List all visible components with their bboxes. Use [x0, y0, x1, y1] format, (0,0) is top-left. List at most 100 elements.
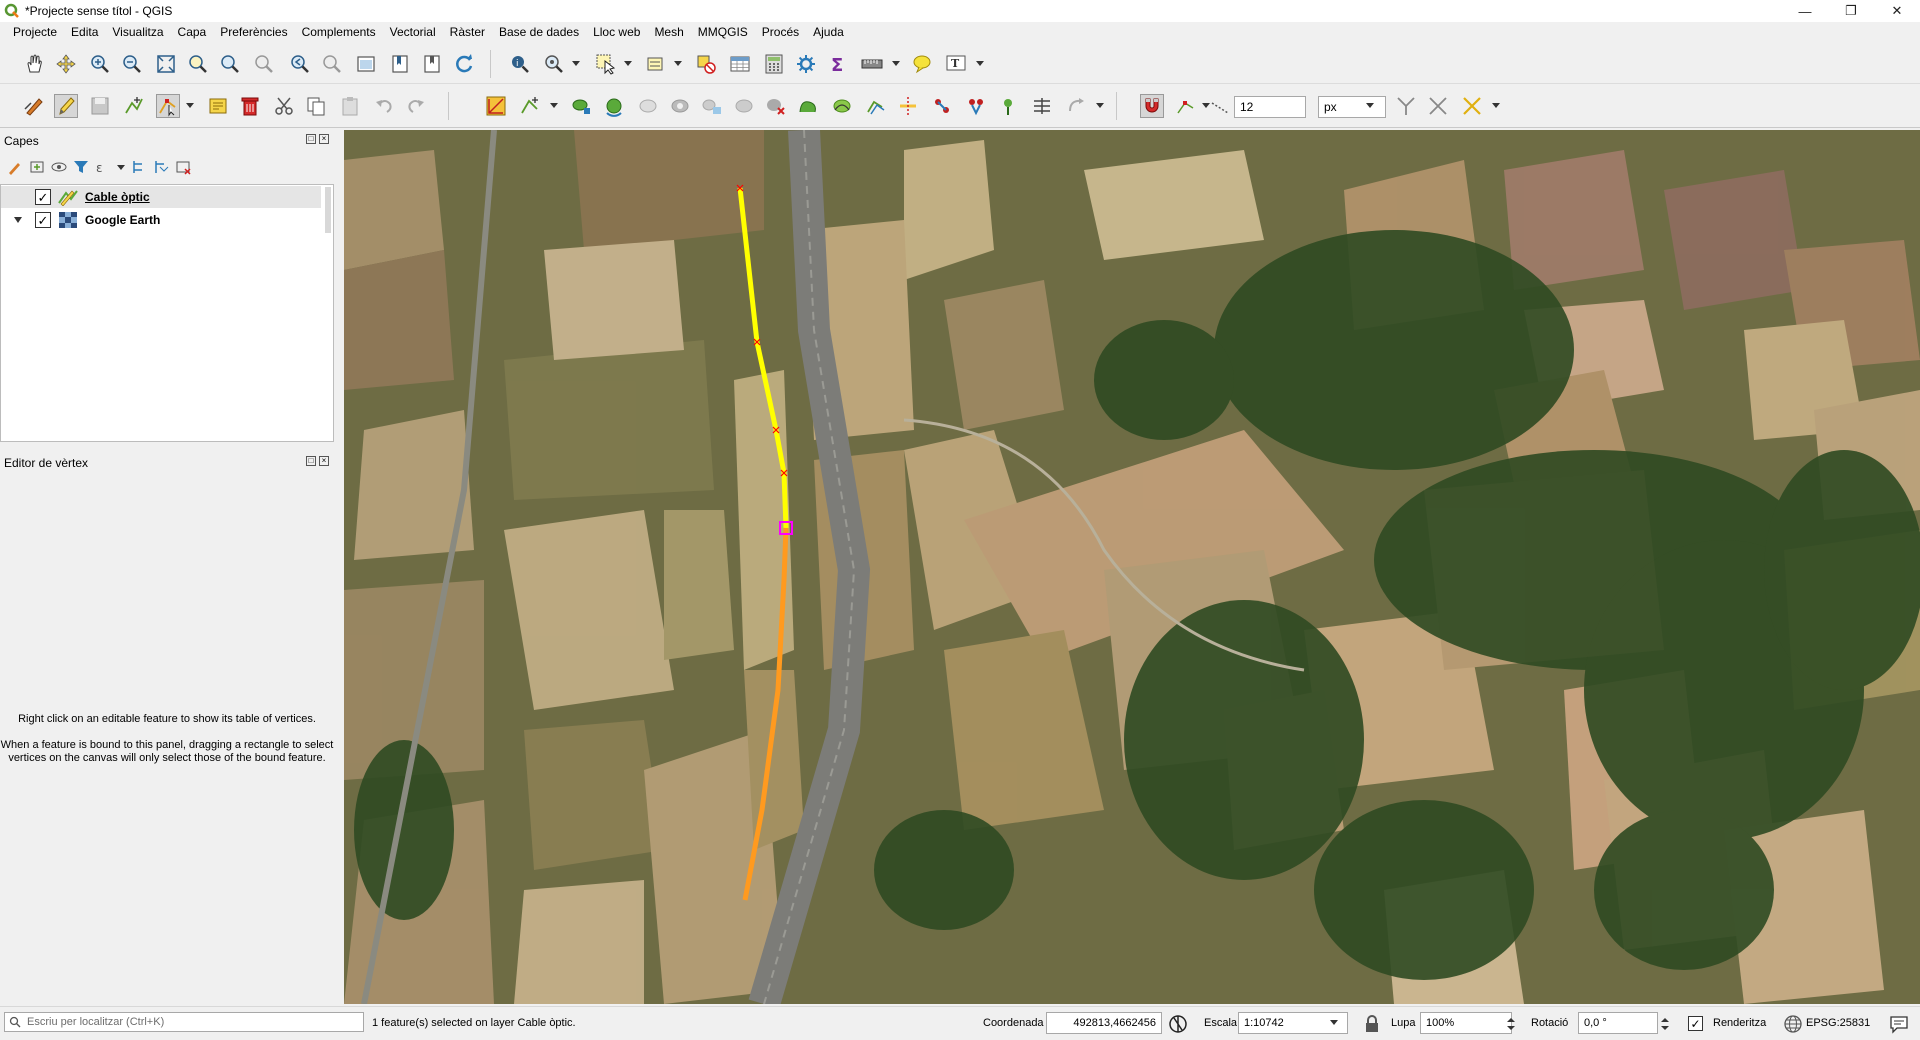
zoom-native-icon[interactable] — [252, 52, 276, 76]
menu-vectorial[interactable]: Vectorial — [383, 25, 443, 39]
menu-complements[interactable]: Complements — [295, 25, 383, 39]
globe-crs-icon[interactable] — [1783, 1014, 1803, 1034]
snap-on-intersection-icon[interactable] — [1426, 94, 1450, 118]
zoom-to-layer-icon[interactable] — [218, 52, 242, 76]
snapping-units-select[interactable]: px — [1318, 96, 1386, 118]
filter-legend-icon[interactable] — [72, 158, 90, 176]
minimize-button[interactable]: — — [1782, 0, 1828, 22]
menu-mesh[interactable]: Mesh — [647, 25, 690, 39]
menu-preferencies[interactable]: Preferències — [213, 25, 294, 39]
menu-raster[interactable]: Ràster — [443, 25, 492, 39]
menu-ajuda[interactable]: Ajuda — [806, 25, 851, 39]
snapping-tolerance-input[interactable]: 12 — [1234, 96, 1306, 118]
menu-projecte[interactable]: Projecte — [6, 25, 64, 39]
paste-features-icon[interactable] — [338, 94, 362, 118]
crs-label[interactable]: EPSG:25831 — [1806, 1017, 1870, 1029]
new-map-view-icon[interactable] — [354, 52, 378, 76]
collapse-all-icon[interactable] — [152, 158, 170, 176]
text-annotation-icon[interactable]: T — [944, 52, 968, 76]
zoom-full-icon[interactable] — [154, 52, 178, 76]
locator-search-input[interactable]: Escriu per localitzar (Ctrl+K) — [4, 1012, 364, 1032]
statistical-summary-icon[interactable]: Σ — [826, 52, 850, 76]
offset-curve-icon[interactable] — [864, 94, 888, 118]
processing-toolbox-icon[interactable] — [794, 52, 818, 76]
run-feature-action-icon[interactable] — [542, 52, 566, 76]
measure-line-icon[interactable] — [860, 52, 884, 76]
line-segment[interactable] — [742, 527, 789, 901]
magnifier-spinner-icon[interactable] — [1506, 1015, 1516, 1033]
digitize-shape-icon[interactable] — [484, 94, 508, 118]
layer-row-google-earth[interactable]: ✓ Google Earth — [1, 209, 321, 231]
offset-point-symbols-icon[interactable] — [1064, 94, 1088, 118]
pan-to-selection-icon[interactable] — [54, 52, 78, 76]
move-feature-icon[interactable] — [570, 94, 594, 118]
fill-ring-icon[interactable] — [732, 94, 756, 118]
pan-icon[interactable] — [22, 52, 46, 76]
rotate-feature-icon[interactable] — [602, 94, 626, 118]
menu-capa[interactable]: Capa — [171, 25, 214, 39]
rotate-point-symbols-icon[interactable] — [1030, 94, 1054, 118]
expand-all-icon[interactable] — [130, 158, 148, 176]
restore-button[interactable]: ❐ — [1828, 0, 1874, 22]
field-calculator-icon[interactable] — [762, 52, 786, 76]
menu-base-de-dades[interactable]: Base de dades — [492, 25, 586, 39]
split-features-icon[interactable] — [896, 94, 920, 118]
map-tips-icon[interactable] — [910, 52, 934, 76]
add-ring-icon[interactable] — [668, 94, 692, 118]
add-part-icon[interactable] — [700, 94, 724, 118]
messages-icon[interactable] — [1888, 1013, 1910, 1035]
filter-dropdown-icon[interactable] — [116, 158, 126, 176]
render-checkbox[interactable]: ✓ — [1688, 1016, 1703, 1031]
show-bookmarks-icon[interactable] — [420, 52, 444, 76]
selected-line-segment[interactable] — [737, 187, 789, 529]
delete-ring-icon[interactable] — [764, 94, 788, 118]
cut-features-icon[interactable] — [272, 94, 296, 118]
redo-icon[interactable] — [404, 94, 428, 118]
select-features-icon[interactable] — [594, 52, 618, 76]
delete-part-icon[interactable] — [796, 94, 820, 118]
menu-lloc-web[interactable]: Lloc web — [586, 25, 647, 39]
remove-layer-icon[interactable] — [174, 158, 192, 176]
rotation-spinner-icon[interactable] — [1660, 1015, 1670, 1033]
close-button[interactable]: ✕ — [1874, 0, 1920, 22]
vertex-tool-icon[interactable] — [156, 94, 180, 118]
split-parts-icon[interactable] — [930, 94, 954, 118]
add-vertex-tool-icon[interactable] — [518, 94, 542, 118]
close-panel-icon[interactable]: × — [319, 456, 329, 466]
undo-icon[interactable] — [372, 94, 396, 118]
float-panel-icon[interactable]: □ — [306, 134, 316, 144]
cable-optic-feature[interactable] — [344, 130, 1920, 1004]
close-panel-icon[interactable]: × — [319, 134, 329, 144]
add-group-icon[interactable] — [28, 158, 46, 176]
attribute-table-icon[interactable] — [728, 52, 752, 76]
float-panel-icon[interactable]: □ — [306, 456, 316, 466]
identify-icon[interactable]: i — [508, 52, 532, 76]
menu-proces[interactable]: Procés — [755, 25, 806, 39]
magnifier-input[interactable]: 100% — [1420, 1012, 1512, 1034]
merge-attributes-icon[interactable] — [996, 94, 1020, 118]
mouse-coordinate-icon[interactable] — [1168, 1014, 1188, 1034]
snap-to-segment-icon[interactable] — [1208, 94, 1232, 118]
modify-attributes-icon[interactable] — [206, 94, 230, 118]
deselect-all-icon[interactable] — [694, 52, 718, 76]
menu-mmqgis[interactable]: MMQGIS — [691, 25, 755, 39]
zoom-last-icon[interactable] — [288, 52, 312, 76]
rotation-input[interactable]: 0,0 ° — [1578, 1012, 1658, 1034]
enable-tracing-icon[interactable] — [1460, 94, 1484, 118]
topological-editing-icon[interactable] — [1394, 94, 1418, 118]
current-edits-icon[interactable] — [22, 94, 46, 118]
manage-visibility-icon[interactable] — [50, 158, 68, 176]
filter-by-expression-icon[interactable]: ε — [94, 158, 112, 176]
zoom-out-icon[interactable] — [120, 52, 144, 76]
reshape-features-icon[interactable] — [830, 94, 854, 118]
simplify-feature-icon[interactable] — [636, 94, 660, 118]
merge-features-icon[interactable] — [964, 94, 988, 118]
layer-row-cable-optic[interactable]: ✓ Cable òptic — [1, 186, 321, 208]
menu-edita[interactable]: Edita — [64, 25, 105, 39]
new-bookmark-icon[interactable] — [388, 52, 412, 76]
select-by-value-icon[interactable] — [644, 52, 668, 76]
lock-scale-icon[interactable] — [1364, 1015, 1380, 1033]
zoom-in-icon[interactable] — [88, 52, 112, 76]
save-edits-icon[interactable] — [88, 94, 112, 118]
layers-scrollbar[interactable] — [325, 187, 331, 233]
